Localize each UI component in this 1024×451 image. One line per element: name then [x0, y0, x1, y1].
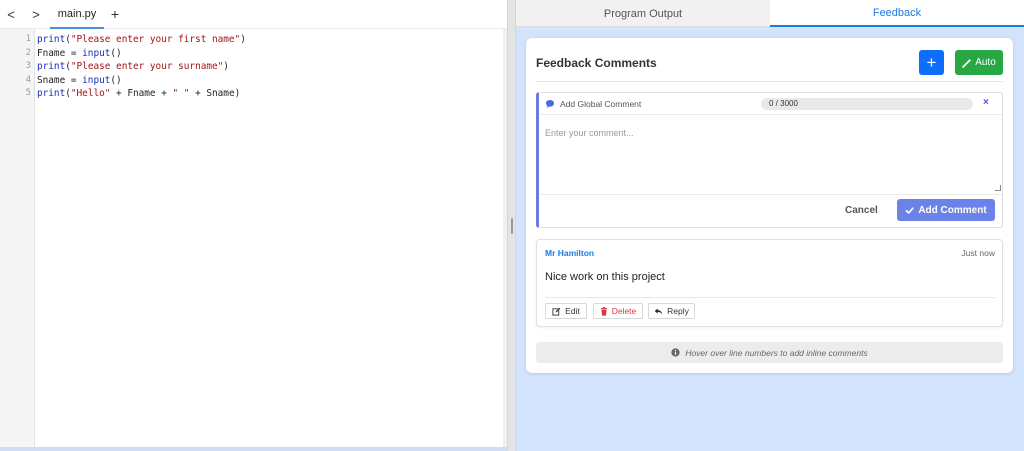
code-line[interactable]: print("Please enter your surname")	[37, 60, 229, 74]
reply-comment-button[interactable]: Reply	[648, 303, 695, 319]
add-comment-plus-button[interactable]: +	[919, 50, 944, 75]
code-token: " "	[172, 88, 190, 99]
cancel-button[interactable]: Cancel	[845, 205, 878, 219]
delete-label: Delete	[611, 306, 637, 316]
code-token: )	[240, 34, 246, 45]
magic-wand-icon	[962, 58, 972, 68]
comment-author: Mr Hamilton	[545, 248, 595, 258]
right-panel: Program Output Feedback Feedback Comment…	[516, 0, 1024, 451]
global-comment-composer: Add Global Comment 0 / 3000 × Cancel Add…	[536, 92, 1003, 228]
code-token: ()	[110, 47, 122, 59]
editor-tab-bar: < > main.py +	[0, 0, 507, 29]
feedback-card: Feedback Comments + Auto Add Global Comm…	[526, 38, 1013, 373]
pane-splitter[interactable]	[507, 0, 516, 451]
splitter-grip-handle[interactable]	[511, 218, 513, 234]
line-number[interactable]: 1	[26, 33, 31, 47]
code-line[interactable]: Fname = input()	[37, 47, 122, 61]
hint-text: Hover over line numbers to add inline co…	[685, 347, 868, 358]
back-button[interactable]: <	[1, 4, 21, 24]
line-number[interactable]: 4	[26, 74, 31, 88]
code-token: )	[223, 61, 229, 72]
code-token: + Fname +	[110, 88, 173, 99]
add-file-tab-button[interactable]: +	[106, 4, 124, 24]
edit-icon	[552, 307, 561, 316]
code-token: input	[82, 74, 111, 86]
add-comment-label: Add Comment	[918, 204, 987, 216]
title-divider	[536, 81, 1003, 82]
comment-timestamp: Just now	[961, 248, 995, 258]
code-area[interactable]: print("Please enter your first name") Fna…	[36, 29, 503, 447]
code-token: Sname =	[37, 74, 83, 86]
code-token: input	[82, 47, 111, 59]
global-comment-header: Add Global Comment 0 / 3000 ×	[539, 93, 1002, 115]
delete-comment-button[interactable]: Delete	[593, 303, 643, 319]
line-number[interactable]: 2	[26, 47, 31, 61]
code-token: "Please enter your surname"	[70, 61, 224, 72]
code-line[interactable]: Sname = input()	[37, 74, 122, 88]
code-token: print	[37, 61, 66, 72]
editor-bottom-bar	[0, 447, 507, 451]
trash-icon	[600, 306, 607, 316]
code-token: + Sname)	[189, 88, 241, 99]
reply-icon	[654, 307, 663, 315]
auto-button-label: Auto	[975, 57, 996, 68]
tab-program-output[interactable]: Program Output	[516, 0, 770, 27]
feedback-title: Feedback Comments	[536, 56, 657, 70]
file-tab-main-py[interactable]: main.py	[50, 0, 104, 29]
comment-icon	[546, 100, 554, 108]
line-number[interactable]: 5	[26, 87, 31, 101]
tab-feedback[interactable]: Feedback	[770, 0, 1024, 27]
panel-tab-bar: Program Output Feedback	[516, 0, 1024, 27]
global-comment-label: Add Global Comment	[560, 99, 642, 109]
code-line[interactable]: print("Hello" + Fname + " " + Sname)	[37, 87, 240, 101]
comment-text: Nice work on this project	[545, 271, 665, 283]
code-token: ()	[110, 74, 122, 86]
code-token: "Please enter your first name"	[70, 34, 241, 45]
auto-feedback-button[interactable]: Auto	[955, 50, 1003, 75]
inline-comment-hint: Hover over line numbers to add inline co…	[536, 342, 1003, 363]
code-token: "Hello"	[70, 88, 111, 99]
code-token: Fname =	[37, 47, 83, 59]
add-comment-button[interactable]: Add Comment	[897, 199, 995, 221]
code-line[interactable]: print("Please enter your first name")	[37, 33, 246, 47]
code-editor-pane: < > main.py + 12345 print("Please enter …	[0, 0, 507, 451]
reply-label: Reply	[667, 306, 689, 316]
line-number[interactable]: 3	[26, 60, 31, 74]
comment-divider	[545, 297, 996, 298]
textarea-resize-handle[interactable]	[995, 185, 1001, 191]
character-counter: 0 / 3000	[761, 98, 973, 110]
editor-left-strip	[0, 29, 10, 447]
edit-comment-button[interactable]: Edit	[545, 303, 587, 319]
code-token: print	[37, 34, 66, 45]
comment-textarea[interactable]	[539, 115, 1002, 195]
line-number-gutter[interactable]: 12345	[10, 29, 35, 447]
comment-card: Mr Hamilton Just now Nice work on this p…	[536, 239, 1003, 327]
forward-button[interactable]: >	[26, 4, 46, 24]
info-icon	[671, 348, 680, 357]
code-token: print	[37, 88, 66, 99]
check-icon	[905, 206, 914, 214]
edit-label: Edit	[565, 306, 580, 316]
close-icon[interactable]: ×	[983, 97, 989, 108]
